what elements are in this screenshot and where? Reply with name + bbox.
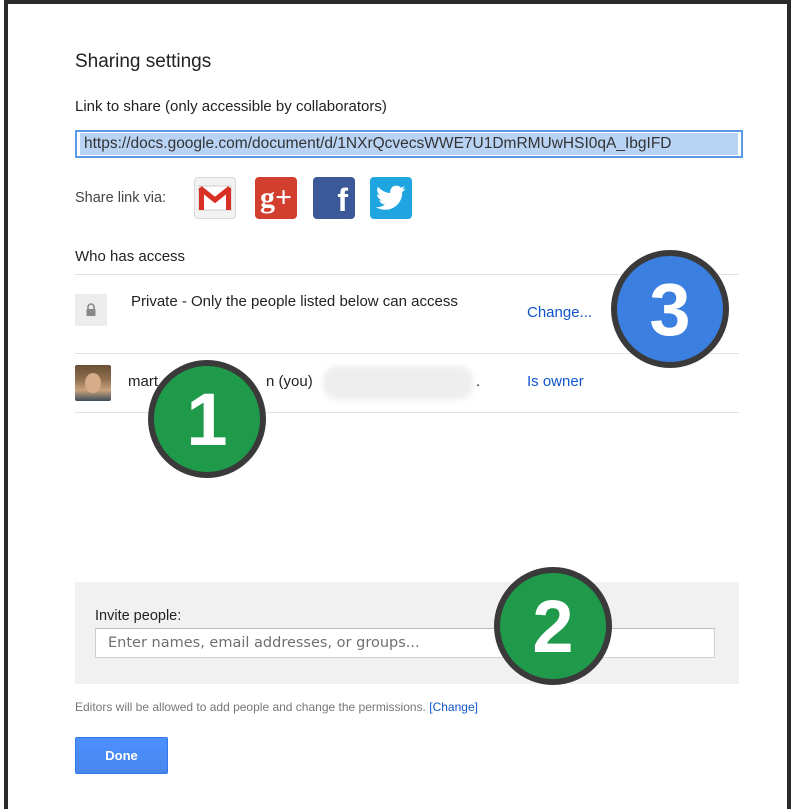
callout-badge-3: 3 xyxy=(611,250,729,368)
owner-name-start: mart xyxy=(128,373,158,390)
callout-number: 3 xyxy=(649,267,691,351)
google-plus-icon[interactable]: g+ xyxy=(255,177,297,219)
owner-email-suffix: . xyxy=(476,373,481,390)
dialog-title: Sharing settings xyxy=(75,51,212,72)
change-permissions-link[interactable]: [Change] xyxy=(429,700,478,714)
google-plus-glyph: g+ xyxy=(259,181,293,214)
callout-number: 2 xyxy=(532,584,574,668)
twitter-icon[interactable] xyxy=(370,177,412,219)
lock-icon xyxy=(75,294,107,326)
invite-people-section: Invite people: xyxy=(75,582,739,684)
done-button[interactable]: Done xyxy=(75,737,168,774)
sharing-settings-dialog: Sharing settings Link to share (only acc… xyxy=(8,4,787,809)
editor-permissions-note: Editors will be allowed to add people an… xyxy=(75,700,478,714)
twitter-bird-icon xyxy=(376,185,406,210)
avatar xyxy=(75,365,111,401)
invite-people-input[interactable] xyxy=(95,628,715,658)
gmail-icon[interactable] xyxy=(194,177,236,219)
redacted-email xyxy=(323,366,473,400)
change-access-link[interactable]: Change... xyxy=(527,304,592,321)
who-has-access-label: Who has access xyxy=(75,248,186,265)
invite-people-label: Invite people: xyxy=(95,608,182,624)
callout-badge-1: 1 xyxy=(148,360,266,478)
padlock-icon xyxy=(86,303,96,316)
window-frame-right xyxy=(787,0,791,809)
facebook-icon[interactable]: f xyxy=(313,177,355,219)
editor-permissions-text: Editors will be allowed to add people an… xyxy=(75,700,426,714)
facebook-glyph: f xyxy=(337,182,348,218)
link-to-share-label: Link to share (only accessible by collab… xyxy=(75,98,387,115)
share-link-field[interactable]: https://docs.google.com/document/d/1NXrQ… xyxy=(75,130,743,158)
owner-role[interactable]: Is owner xyxy=(527,373,584,390)
gmail-envelope-icon xyxy=(198,185,232,211)
callout-number: 1 xyxy=(186,377,228,461)
share-link-value[interactable]: https://docs.google.com/document/d/1NXrQ… xyxy=(80,133,738,155)
access-level-description: Private - Only the people listed below c… xyxy=(131,293,458,310)
owner-name-end: n (you) xyxy=(266,373,313,390)
share-link-via-label: Share link via: xyxy=(75,190,167,206)
callout-badge-2: 2 xyxy=(494,567,612,685)
